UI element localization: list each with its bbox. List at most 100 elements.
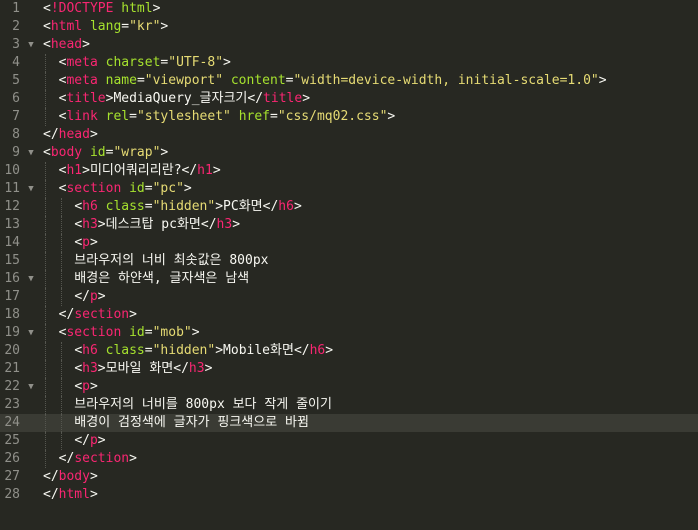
code-token: < [43, 1, 51, 16]
code-text: <head> [43, 36, 90, 54]
code-line[interactable]: 10 <h1>미디어쿼리리란?</h1> [0, 162, 698, 180]
fold-arrow-icon[interactable]: ▼ [25, 324, 37, 342]
code-line[interactable]: 7 <link rel="stylesheet" href="css/mq02.… [0, 108, 698, 126]
code-text: <h3>모바일 화면</h3> [43, 360, 212, 378]
code-line[interactable]: 15 브라우저의 너비 최솟값은 800px [0, 252, 698, 270]
code-token: </ [247, 91, 264, 106]
code-token: < [43, 37, 51, 52]
code-line[interactable]: 16 ▼ 배경은 하얀색, 글자색은 남색 [0, 270, 698, 288]
fold-arrow-icon[interactable]: ▼ [25, 378, 37, 396]
indent-guide [45, 90, 46, 108]
code-line[interactable]: 2 <html lang="kr"> [0, 18, 698, 36]
indent-guide [45, 288, 46, 306]
code-line[interactable]: 1 <!DOCTYPE html> [0, 0, 698, 18]
code-token: !DOCTYPE [50, 1, 122, 16]
code-line[interactable]: 8 </head> [0, 126, 698, 144]
code-line[interactable]: 17 </p> [0, 288, 698, 306]
code-token: > [97, 361, 106, 376]
code-line[interactable]: 18 </section> [0, 306, 698, 324]
line-number: 7 [12, 109, 20, 124]
code-line[interactable]: 23 브라우저의 너비를 800px 보다 작게 줄이기 [0, 396, 698, 414]
code-token: section [74, 307, 130, 322]
indent-guide [45, 234, 46, 252]
code-text: <section id="pc"> [43, 180, 192, 198]
code-token: section [66, 325, 130, 340]
indent-guide [60, 360, 62, 378]
code-token: </ [43, 469, 59, 484]
code-token: p [89, 433, 98, 448]
code-text: <h3>데스크탑 pc화면</h3> [43, 216, 240, 234]
indent-guide [45, 414, 46, 432]
code-token: h6 [278, 199, 294, 214]
code-text: <section id="mob"> [43, 324, 200, 342]
code-token: id [129, 325, 145, 340]
line-number: 13 [4, 217, 20, 232]
indent-guide [45, 216, 46, 234]
indent-guide [60, 252, 62, 270]
code-token: < [74, 217, 83, 232]
fold-arrow-icon[interactable]: ▼ [25, 36, 37, 54]
code-line[interactable]: 3 ▼ <head> [0, 36, 698, 54]
indent-guide [45, 180, 46, 198]
code-line[interactable]: 25 </p> [0, 432, 698, 450]
code-token: 배경이 검정색에 글자가 핑크색으로 바뀜 [43, 415, 309, 430]
line-number: 24 [4, 415, 20, 430]
code-line[interactable]: 27 </body> [0, 468, 698, 486]
code-token: PC화면 [223, 199, 263, 214]
code-text: <!DOCTYPE html> [43, 0, 160, 18]
code-text: <h6 class="hidden">PC화면</h6> [43, 198, 301, 216]
code-token: </ [43, 487, 59, 502]
code-token: MediaQuery_글자크기 [113, 91, 248, 106]
code-line[interactable]: 22 ▼ <p> [0, 378, 698, 396]
code-line[interactable]: 28 </html> [0, 486, 698, 504]
code-token: p [82, 379, 90, 394]
code-token: </ [43, 127, 59, 142]
line-number: 15 [4, 253, 20, 268]
code-line[interactable]: 11 ▼ <section id="pc"> [0, 180, 698, 198]
indent-guide [45, 306, 46, 324]
code-line[interactable]: 21 <h3>모바일 화면</h3> [0, 360, 698, 378]
indent-guide [60, 432, 62, 450]
code-line[interactable]: 5 <meta name="viewport" content="width=d… [0, 72, 698, 90]
code-token: > [191, 325, 200, 340]
code-token: "mob" [152, 325, 192, 340]
line-number: 16 [4, 271, 20, 286]
indent-guide [60, 234, 62, 252]
code-token: html [58, 487, 90, 502]
code-token: h6 [309, 343, 326, 358]
line-number: 18 [4, 307, 20, 322]
code-line[interactable]: 12 <h6 class="hidden">PC화면</h6> [0, 198, 698, 216]
code-line[interactable]: 24 배경이 검정색에 글자가 핑크색으로 바뀜 [0, 414, 698, 432]
code-token: > [89, 127, 98, 142]
fold-arrow-icon[interactable]: ▼ [25, 270, 37, 288]
code-line[interactable]: 9 ▼ <body id="wrap"> [0, 144, 698, 162]
code-line[interactable]: 20 <h6 class="hidden">Mobile화면</h6> [0, 342, 698, 360]
code-token: = [129, 109, 137, 124]
fold-arrow-icon[interactable]: ▼ [25, 144, 37, 162]
fold-arrow-icon[interactable]: ▼ [25, 180, 37, 198]
code-token: 브라우저의 너비 최솟값은 800px [43, 253, 269, 268]
code-line[interactable]: 14 <p> [0, 234, 698, 252]
code-token: </ [293, 343, 310, 358]
line-number: 5 [12, 73, 20, 88]
code-token: > [160, 19, 169, 34]
code-line[interactable]: 19 ▼ <section id="mob"> [0, 324, 698, 342]
code-token: html [121, 1, 153, 16]
line-number: 1 [12, 1, 20, 16]
code-token: "hidden" [152, 199, 216, 214]
code-token: < [43, 19, 51, 34]
indent-guide [60, 396, 62, 414]
indent-guide [45, 450, 46, 468]
indent-guide [60, 270, 62, 288]
code-editor[interactable]: 1 <!DOCTYPE html> 2 <html lang="kr"> 3 ▼ <head… [0, 0, 698, 530]
indent-guide [45, 198, 46, 216]
line-number: 21 [4, 361, 20, 376]
code-token: </ [58, 307, 75, 322]
line-number: 23 [4, 397, 20, 412]
code-line[interactable]: 6 <title>MediaQuery_글자크기</title> [0, 90, 698, 108]
code-line[interactable]: 26 </section> [0, 450, 698, 468]
code-text: <link rel="stylesheet" href="css/mq02.cs… [43, 108, 396, 126]
code-line[interactable]: 4 <meta charset="UTF-8"> [0, 54, 698, 72]
code-line[interactable]: 13 <h3>데스크탑 pc화면</h3> [0, 216, 698, 234]
code-token: = [270, 109, 278, 124]
